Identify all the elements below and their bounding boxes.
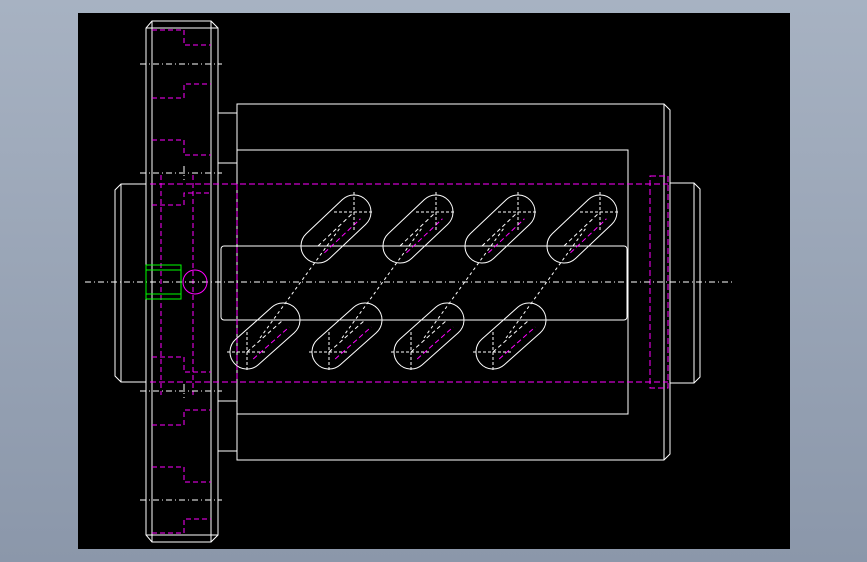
- drawing-canvas[interactable]: [78, 13, 790, 549]
- cad-viewer: [0, 0, 867, 562]
- canvas-background: [78, 13, 790, 549]
